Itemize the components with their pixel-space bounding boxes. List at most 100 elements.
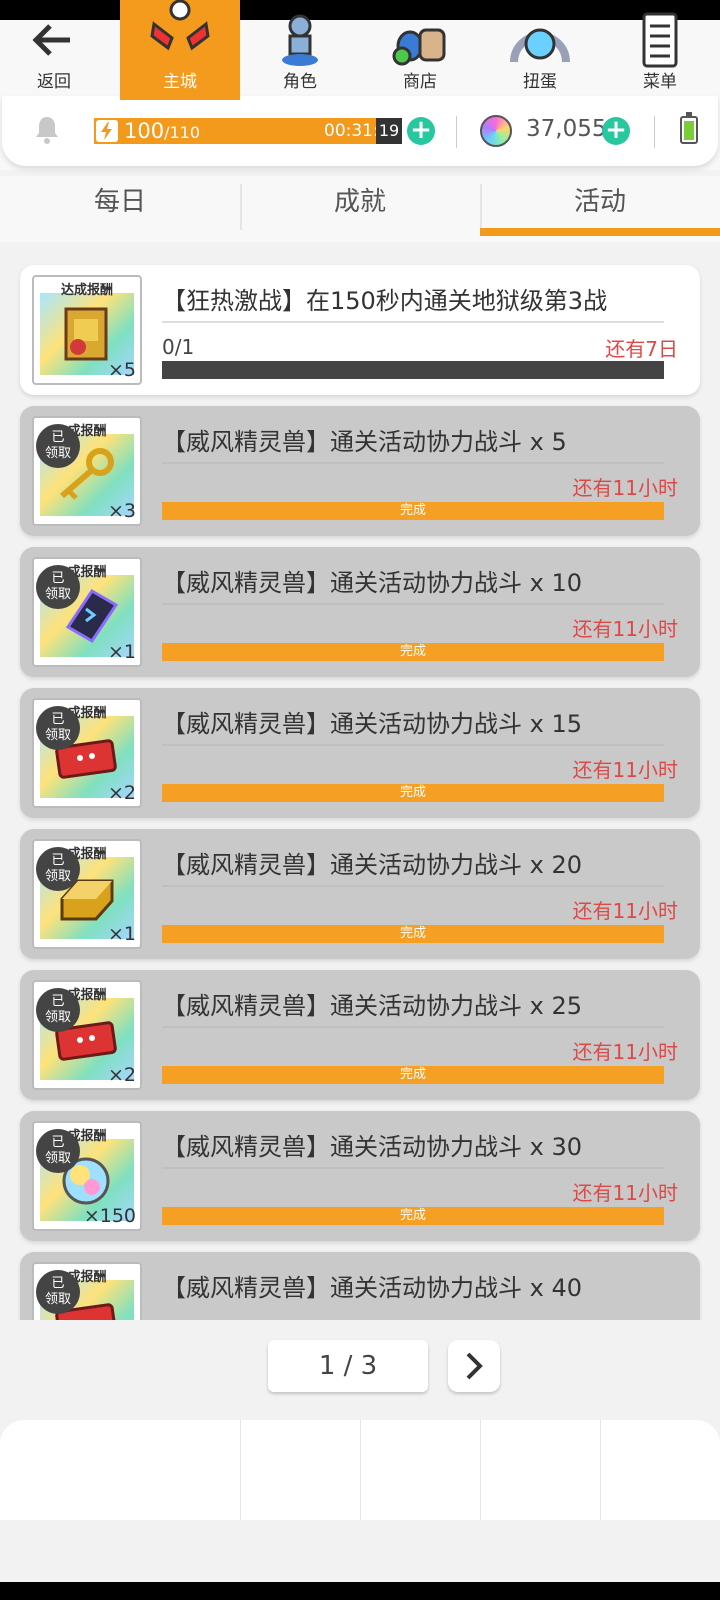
scroll-reward-icon xyxy=(64,307,108,361)
mission-card[interactable]: 成报酬 已领取 ×150 【威风精灵兽】通关活动协力战斗 x 30 还有11小时… xyxy=(20,1111,700,1241)
stamina-timer-seconds: 19 xyxy=(376,118,402,144)
claimed-badge: 已领取 xyxy=(36,565,80,609)
nav-character[interactable]: 角色 xyxy=(240,0,360,100)
claimed-badge: 已领取 xyxy=(36,706,80,750)
bell-icon[interactable] xyxy=(32,114,62,146)
back-arrow-icon xyxy=(32,24,70,56)
mission-card[interactable]: 成报酬 已领取 ×2 【威风精灵兽】通关活动协力战斗 x 25 还有11小时 完… xyxy=(20,970,700,1100)
nav-divider xyxy=(240,1420,241,1520)
nav-label: 菜单 xyxy=(643,72,677,92)
time-remaining: 还有11小时 xyxy=(572,1040,678,1064)
reward-box: 成报酬 已领取 ×3 xyxy=(32,416,142,526)
reward-quantity: ×1 xyxy=(107,641,136,663)
bottom-strip xyxy=(0,1520,720,1582)
next-page-button[interactable] xyxy=(448,1340,500,1392)
castle-wings-icon xyxy=(150,0,210,51)
complete-bar: 完成 xyxy=(162,1066,664,1084)
nav-gacha[interactable]: 扭蛋 xyxy=(480,0,600,100)
mission-title: 【威风精灵兽】通关活动协力战斗 x 15 xyxy=(162,710,582,738)
title-underline xyxy=(162,462,664,464)
stamina-current: 100 xyxy=(124,119,165,143)
reward-box: 成报酬 已领取 ×1 xyxy=(32,839,142,949)
mission-title: 【威风精灵兽】通关活动协力战斗 x 40 xyxy=(162,1274,582,1302)
claimed-badge: 已领取 xyxy=(36,988,80,1032)
title-underline xyxy=(162,321,664,323)
progress-bar xyxy=(162,361,664,379)
nav-home[interactable]: 主城 xyxy=(120,0,240,100)
mission-title: 【狂热激战】在150秒内通关地狱级第3战 xyxy=(162,287,608,315)
reward-box: 成报酬 已领取 ×1 xyxy=(32,557,142,667)
nav-divider xyxy=(360,1420,361,1520)
time-remaining: 还有11小时 xyxy=(572,617,678,641)
time-remaining: 还有11小时 xyxy=(572,899,678,923)
mission-card[interactable]: 达成报酬 ×5 【狂热激战】在150秒内通关地狱级第3战 0/1 还有7日 xyxy=(20,265,700,395)
claimed-badge: 已领取 xyxy=(36,424,80,468)
time-remaining: 还有11小时 xyxy=(572,1181,678,1205)
tab-achievements[interactable]: 成就 xyxy=(240,176,480,236)
complete-bar: 完成 xyxy=(162,502,664,520)
character-icon xyxy=(282,14,318,66)
complete-bar: 完成 xyxy=(162,784,664,802)
stamina-max: /110 xyxy=(164,123,201,142)
reward-header: 达成报酬 xyxy=(60,283,113,298)
stamina-timer: 00:31: xyxy=(324,121,379,141)
stamina-bar: 100/110 00:31: 19 xyxy=(94,118,402,144)
nav-divider xyxy=(480,1420,481,1520)
nav-shop[interactable]: 商店 xyxy=(360,0,480,100)
tab-events[interactable]: 活动 xyxy=(480,176,720,236)
mission-card[interactable]: 成报酬 已领取 ×1 【威风精灵兽】通关活动协力战斗 x 20 还有11小时 完… xyxy=(20,829,700,959)
mission-title: 【威风精灵兽】通关活动协力战斗 x 10 xyxy=(162,569,582,597)
reward-box: 成报酬 已领取 xyxy=(32,1262,142,1320)
claimed-badge: 已领取 xyxy=(36,1270,80,1314)
mission-title: 【威风精灵兽】通关活动协力战斗 x 30 xyxy=(162,1133,582,1161)
nav-label: 角色 xyxy=(283,72,317,92)
reward-box: 成报酬 已领取 ×150 xyxy=(32,1121,142,1231)
complete-bar: 完成 xyxy=(162,925,664,943)
gacha-icon xyxy=(510,28,570,63)
claimed-badge: 已领取 xyxy=(36,847,80,891)
mission-card[interactable]: 成报酬 已领取 ×3 【威风精灵兽】通关活动协力战斗 x 5 还有11小时 完成 xyxy=(20,406,700,536)
complete-bar: 完成 xyxy=(162,1207,664,1225)
shop-bag-icon xyxy=(392,28,446,66)
mission-title: 【威风精灵兽】通关活动协力战斗 x 25 xyxy=(162,992,582,1020)
reward-box: 成报酬 已领取 ×2 xyxy=(32,698,142,808)
nav-label: 扭蛋 xyxy=(523,72,557,92)
gem-icon xyxy=(480,115,512,147)
nav-divider xyxy=(600,1420,601,1520)
reward-box: 达成报酬 ×5 xyxy=(32,275,142,385)
mission-card[interactable]: 成报酬 已领取 ×1 【威风精灵兽】通关活动协力战斗 x 10 还有11小时 完… xyxy=(20,547,700,677)
title-underline xyxy=(162,885,664,887)
nav-label: 返回 xyxy=(37,72,71,92)
title-underline xyxy=(162,1026,664,1028)
mission-title: 【威风精灵兽】通关活动协力战斗 x 20 xyxy=(162,851,582,879)
mission-card[interactable]: 成报酬 已领取 ×2 【威风精灵兽】通关活动协力战斗 x 15 还有11小时 完… xyxy=(20,688,700,818)
title-underline xyxy=(162,1167,664,1169)
reward-quantity: ×5 xyxy=(107,359,136,381)
reward-quantity: ×2 xyxy=(107,1064,136,1086)
system-nav-bar xyxy=(0,1582,720,1600)
add-gems-button[interactable]: + xyxy=(602,117,630,145)
nav-label: 主城 xyxy=(163,72,197,92)
reward-quantity: ×3 xyxy=(107,500,136,522)
claimed-badge: 已领取 xyxy=(36,1129,80,1173)
add-stamina-button[interactable]: + xyxy=(407,117,435,145)
mission-card[interactable]: 成报酬 已领取 【威风精灵兽】通关活动协力战斗 x 40 xyxy=(20,1252,700,1320)
battery-icon xyxy=(680,112,698,144)
tab-daily[interactable]: 每日 xyxy=(0,176,240,236)
page-indicator: 1 / 3 xyxy=(268,1340,428,1392)
reward-quantity: ×1 xyxy=(107,923,136,945)
menu-list-icon xyxy=(642,12,678,68)
mission-list[interactable]: 达成报酬 ×5 【狂热激战】在150秒内通关地狱级第3战 0/1 还有7日 成报… xyxy=(0,245,720,1320)
time-remaining: 还有11小时 xyxy=(572,758,678,782)
reward-box: 成报酬 已领取 ×2 xyxy=(32,980,142,1090)
tab-bar: 每日 成就 活动 xyxy=(0,176,720,242)
nav-menu[interactable]: 菜单 xyxy=(600,0,720,100)
complete-bar: 完成 xyxy=(162,643,664,661)
nav-back[interactable]: 返回 xyxy=(0,0,108,100)
reward-quantity: ×150 xyxy=(83,1205,136,1227)
chevron-right-icon xyxy=(466,1352,483,1380)
title-underline xyxy=(162,744,664,746)
time-remaining: 还有11小时 xyxy=(572,476,678,500)
divider xyxy=(456,116,457,148)
nav-label: 商店 xyxy=(403,72,437,92)
